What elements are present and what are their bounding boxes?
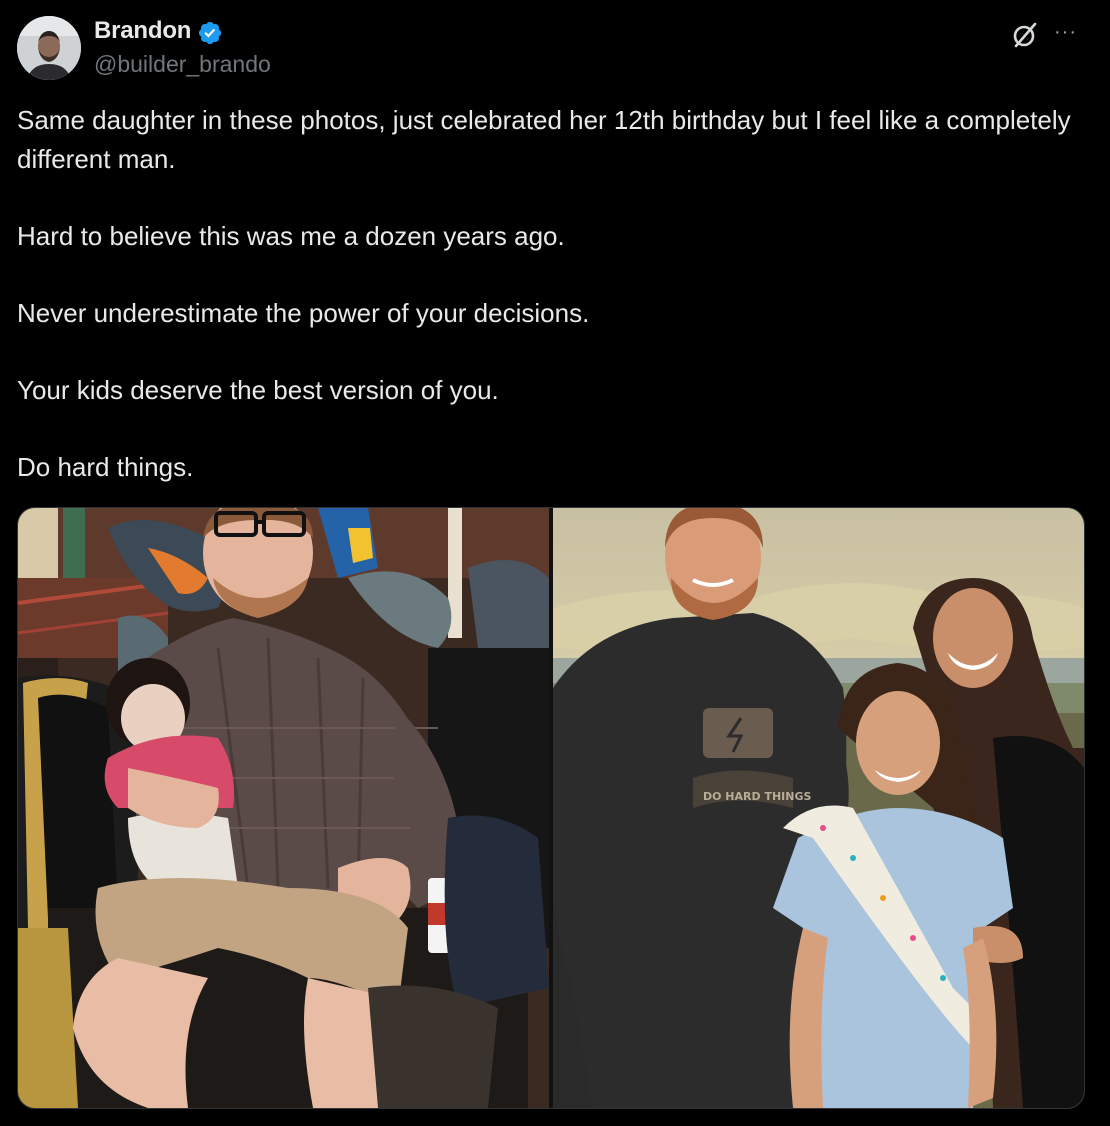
verified-badge-icon: [197, 20, 223, 46]
author-name[interactable]: Brandon: [94, 14, 191, 48]
author-handle[interactable]: @builder_brando: [94, 48, 271, 80]
photo-now[interactable]: DO HARD THINGS: [553, 508, 1084, 1108]
tweet-text: Same daughter in these photos, just cele…: [17, 101, 1087, 487]
more-icon[interactable]: ···: [1054, 22, 1082, 42]
tweet-paragraph: Hard to believe this was me a dozen year…: [17, 221, 565, 251]
tweet-paragraph: Same daughter in these photos, just cele…: [17, 105, 1071, 174]
tweet-media[interactable]: DO HARD THINGS: [17, 507, 1085, 1109]
shirt-print-text: DO HARD THINGS: [703, 790, 811, 803]
tweet-card: Brandon @builder_brando ··· Same daughte…: [0, 0, 1110, 1126]
avatar[interactable]: [17, 16, 81, 80]
photo-then[interactable]: [18, 508, 549, 1108]
tweet-paragraph: Never underestimate the power of your de…: [17, 298, 590, 328]
tweet-paragraph: Do hard things.: [17, 452, 194, 482]
tweet-paragraph: Your kids deserve the best version of yo…: [17, 375, 499, 405]
grok-icon[interactable]: [1010, 20, 1040, 50]
